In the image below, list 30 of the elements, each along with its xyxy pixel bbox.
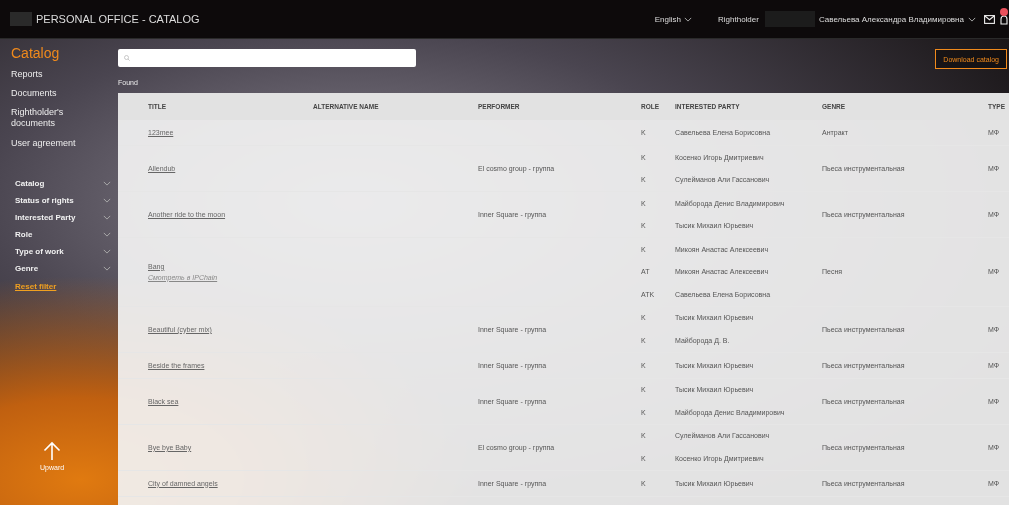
search-field[interactable] <box>118 49 416 67</box>
bell-icon[interactable] <box>999 11 1009 27</box>
chevron-down-icon <box>103 197 111 203</box>
language-dropdown[interactable]: English <box>654 14 692 24</box>
filter-dropdown[interactable]: Interested Party <box>15 212 111 222</box>
reset-filter-link[interactable]: Reset filter <box>15 281 57 291</box>
filter-dropdown[interactable]: Status of rights <box>15 195 111 205</box>
chevron-down-icon <box>103 214 111 220</box>
logo-placeholder <box>10 12 32 26</box>
sidebar-nav-item[interactable]: Catalog <box>11 45 91 63</box>
chevron-down-icon <box>103 180 111 186</box>
mail-icon[interactable] <box>984 14 995 24</box>
role-label: Rightholder <box>718 14 759 24</box>
chevron-down-icon <box>968 16 976 22</box>
sidebar-nav-item[interactable]: Rightholder's documents <box>11 107 91 130</box>
notification-dot <box>1000 8 1008 16</box>
user-menu[interactable]: Савельева Александра Владимировна <box>818 14 976 24</box>
chevron-down-icon <box>103 248 111 254</box>
filter-dropdown[interactable]: Catalog <box>15 178 111 188</box>
sidebar-nav-item[interactable]: User agreement <box>11 137 91 149</box>
filter-dropdown[interactable]: Type of work <box>15 246 111 256</box>
chevron-down-icon <box>103 265 111 271</box>
sidebar-nav-item[interactable]: Documents <box>11 87 91 99</box>
sidebar-nav-item[interactable]: Reports <box>11 68 91 80</box>
chevron-down-icon <box>103 231 111 237</box>
filter-dropdown[interactable]: Genre <box>15 263 111 273</box>
filter-dropdown[interactable]: Role <box>15 229 111 239</box>
search-icon <box>124 55 130 61</box>
app-title: PERSONAL OFFICE - CATALOG <box>36 13 200 25</box>
chevron-down-icon <box>684 16 692 22</box>
